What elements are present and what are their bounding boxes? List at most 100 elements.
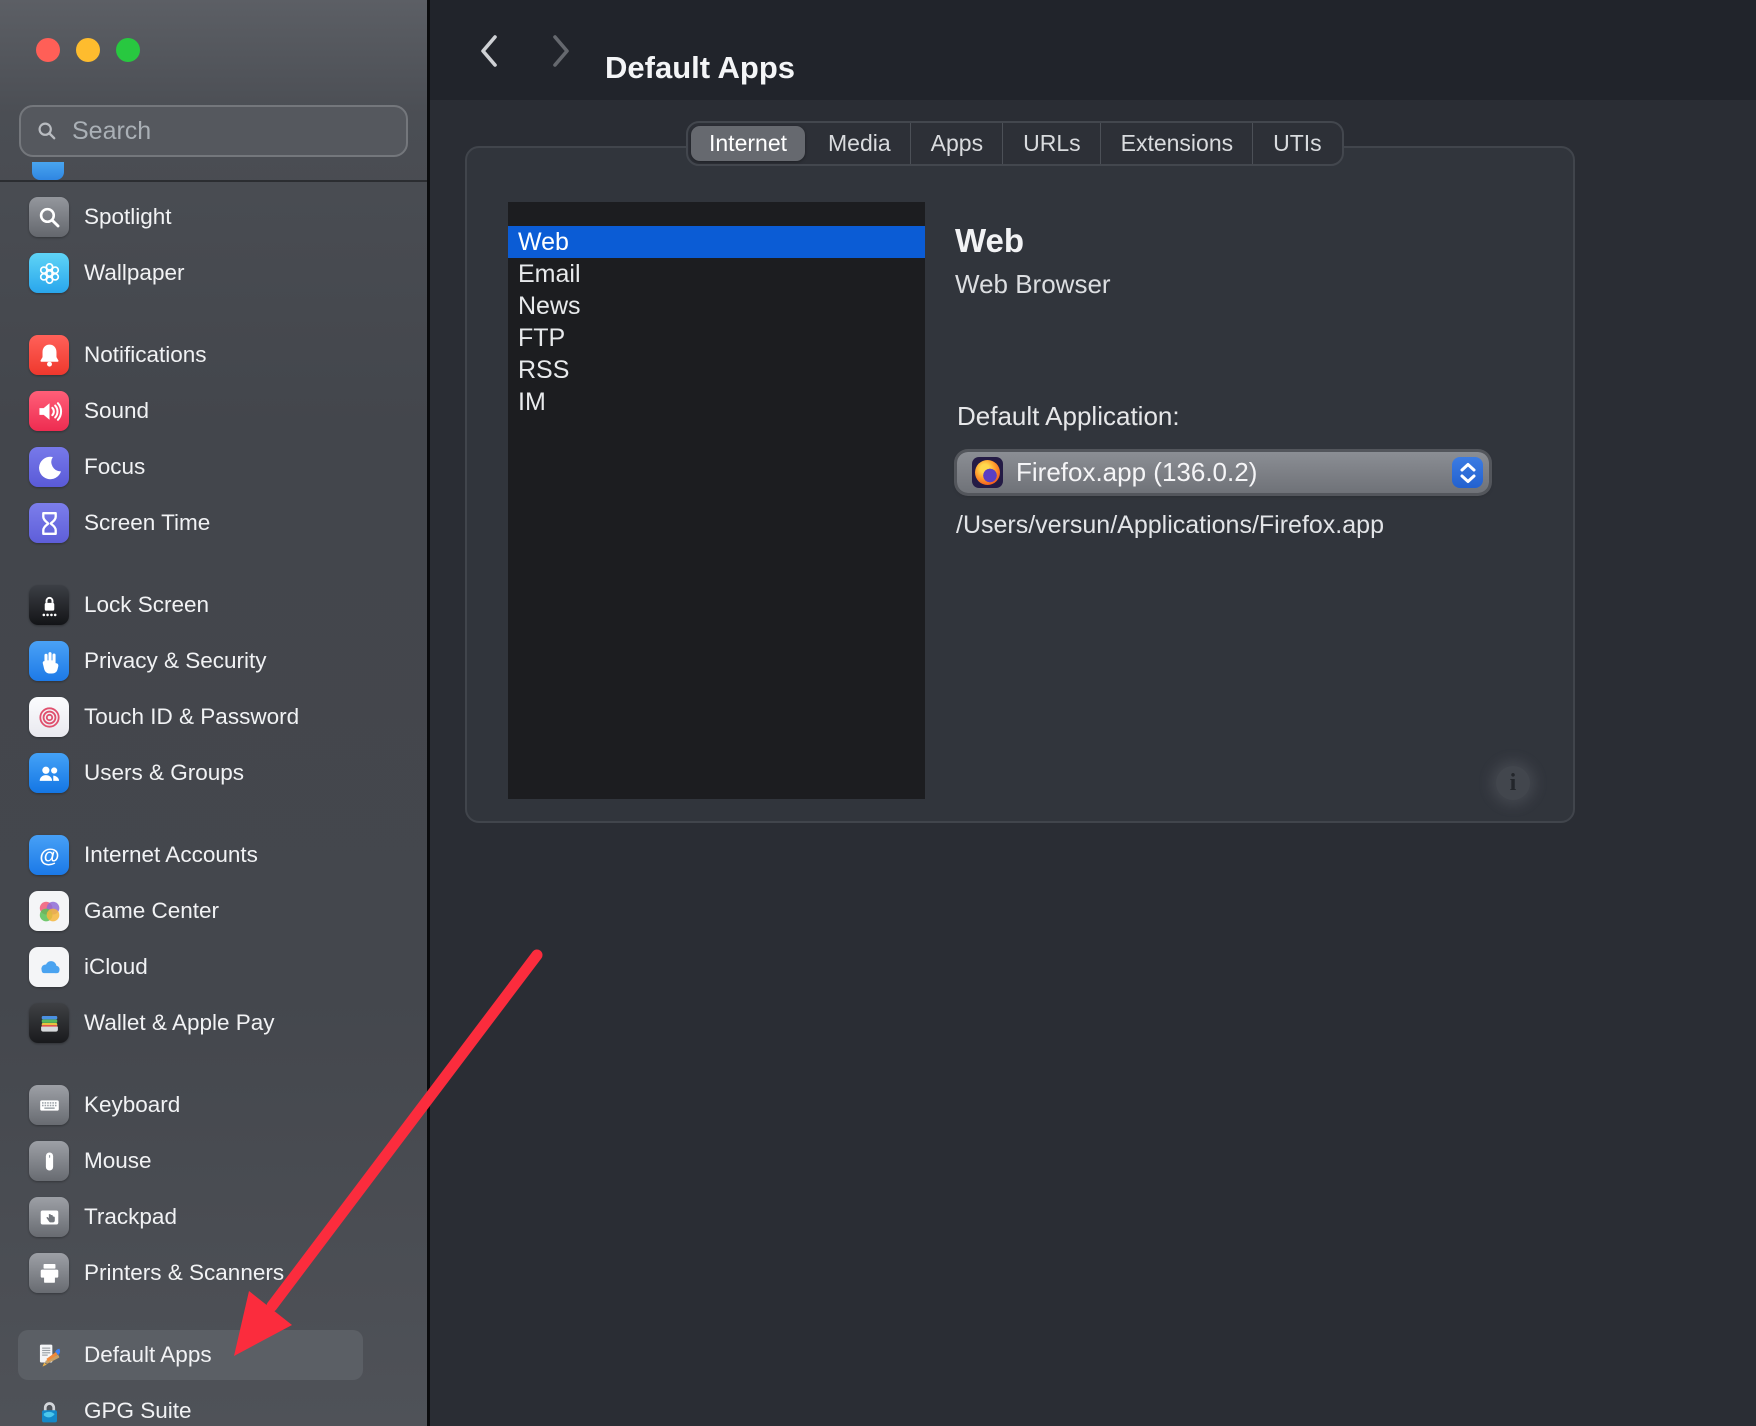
sidebar-item-label: Game Center — [84, 898, 219, 924]
sidebar-item-wallpaper[interactable]: Wallpaper — [0, 245, 427, 301]
sidebar-item-game-center[interactable]: Game Center — [0, 883, 427, 939]
sidebar-item-label: Notifications — [84, 342, 207, 368]
cloud-icon — [29, 947, 69, 987]
sidebar-group: @ Internet Accounts Game Center iCloud Walle… — [0, 827, 427, 1051]
category-rss[interactable]: RSS — [508, 354, 925, 386]
sidebar-item-label: Lock Screen — [84, 592, 209, 618]
tab-media[interactable]: Media — [808, 123, 911, 164]
sidebar-item-mouse[interactable]: Mouse — [0, 1133, 427, 1189]
sidebar-group: Default Apps GPG Suite — [0, 1327, 427, 1426]
flower-icon — [29, 253, 69, 293]
svg-text:@: @ — [39, 844, 59, 867]
search-input[interactable] — [70, 116, 392, 147]
sidebar-item-trackpad[interactable]: Trackpad — [0, 1189, 427, 1245]
sidebar-item-focus[interactable]: Focus — [0, 439, 427, 495]
title-bar: Default Apps — [430, 0, 1756, 100]
detail-subtitle: Web Browser — [955, 269, 1111, 300]
page-title: Default Apps — [605, 50, 795, 86]
forward-chevron-icon[interactable] — [544, 31, 576, 71]
sidebar-item-spotlight[interactable]: Spotlight — [0, 189, 427, 245]
back-chevron-icon[interactable] — [474, 31, 506, 71]
sidebar-item-touch-id-password[interactable]: Touch ID & Password — [0, 689, 427, 745]
sidebar-item-default-apps[interactable]: Default Apps — [0, 1327, 427, 1383]
sidebar-main-divider — [427, 0, 430, 1426]
category-ftp[interactable]: FTP — [508, 322, 925, 354]
info-icon[interactable]: i — [1496, 766, 1530, 800]
tab-internet[interactable]: Internet — [691, 126, 805, 161]
printer-icon — [29, 1253, 69, 1293]
at-sign-icon: @ — [29, 835, 69, 875]
sidebar-item-users-groups[interactable]: Users & Groups — [0, 745, 427, 801]
category-news[interactable]: News — [508, 290, 925, 322]
sidebar-item-wallet-apple-pay[interactable]: Wallet & Apple Pay — [0, 995, 427, 1051]
sidebar-item-label: Default Apps — [84, 1342, 212, 1368]
sidebar-item-label: Spotlight — [84, 204, 172, 230]
sidebar-item-label: Users & Groups — [84, 760, 244, 786]
scrolled-item-icon — [32, 162, 64, 180]
sidebar: Spotlight Wallpaper Notifications Sound Focu… — [0, 0, 427, 1426]
close-button[interactable] — [36, 38, 60, 62]
search-field[interactable] — [19, 105, 408, 157]
app-path: /Users/versun/Applications/Firefox.app — [956, 511, 1384, 540]
users-icon — [29, 753, 69, 793]
minimize-button[interactable] — [76, 38, 100, 62]
sidebar-item-label: Screen Time — [84, 510, 210, 536]
sidebar-group: Keyboard Mouse Trackpad Printers & Scanners — [0, 1077, 427, 1301]
sidebar-item-label: Internet Accounts — [84, 842, 258, 868]
sidebar-item-internet-accounts[interactable]: @ Internet Accounts — [0, 827, 427, 883]
category-email[interactable]: Email — [508, 258, 925, 290]
sidebar-item-label: Privacy & Security — [84, 648, 267, 674]
keyboard-icon — [29, 1085, 69, 1125]
sidebar-item-gpg-suite[interactable]: GPG Suite — [0, 1383, 427, 1426]
default-apps-icon — [29, 1335, 69, 1375]
bell-icon — [29, 335, 69, 375]
selected-app-label: Firefox.app (136.0.2) — [1016, 457, 1452, 488]
sidebar-item-printers-scanners[interactable]: Printers & Scanners — [0, 1245, 427, 1301]
sidebar-item-label: Trackpad — [84, 1204, 177, 1230]
sidebar-item-label: Touch ID & Password — [84, 704, 299, 730]
default-app-dropdown[interactable]: Firefox.app (136.0.2) — [957, 452, 1489, 493]
gpg-lock-icon — [29, 1391, 69, 1426]
fingerprint-icon — [29, 697, 69, 737]
sidebar-item-label: Focus — [84, 454, 145, 480]
sidebar-scroll-divider — [0, 180, 427, 182]
sidebar-item-screen-time[interactable]: Screen Time — [0, 495, 427, 551]
magnifier-icon — [29, 197, 69, 237]
system-settings-window: Spotlight Wallpaper Notifications Sound Focu… — [0, 0, 1756, 1426]
lock-icon — [29, 585, 69, 625]
game-center-icon — [29, 891, 69, 931]
default-application-label: Default Application: — [957, 401, 1180, 432]
sidebar-item-sound[interactable]: Sound — [0, 383, 427, 439]
tab-utis[interactable]: UTIs — [1253, 123, 1342, 164]
firefox-icon — [972, 457, 1003, 488]
sidebar-item-label: Printers & Scanners — [84, 1260, 284, 1286]
sidebar-item-label: iCloud — [84, 954, 148, 980]
moon-icon — [29, 447, 69, 487]
hourglass-icon — [29, 503, 69, 543]
category-list: WebEmailNewsFTPRSSIM — [508, 202, 925, 799]
dropdown-stepper-icon[interactable] — [1452, 457, 1483, 488]
sidebar-item-label: Keyboard — [84, 1092, 180, 1118]
sidebar-item-label: Wallpaper — [84, 260, 184, 286]
sidebar-group: Spotlight Wallpaper — [0, 189, 427, 301]
sidebar-group: Lock Screen Privacy & Security Touch ID & … — [0, 577, 427, 801]
sidebar-item-notifications[interactable]: Notifications — [0, 327, 427, 383]
sidebar-nav: Spotlight Wallpaper Notifications Sound Focu… — [0, 189, 427, 1426]
sidebar-item-label: GPG Suite — [84, 1398, 192, 1424]
wallet-icon — [29, 1003, 69, 1043]
sidebar-item-lock-screen[interactable]: Lock Screen — [0, 577, 427, 633]
speaker-icon — [29, 391, 69, 431]
sidebar-item-privacy-security[interactable]: Privacy & Security — [0, 633, 427, 689]
window-controls — [36, 38, 140, 62]
tab-extensions[interactable]: Extensions — [1101, 123, 1254, 164]
tab-bar: InternetMediaAppsURLsExtensionsUTIs — [686, 121, 1344, 166]
search-icon — [35, 119, 59, 143]
sidebar-item-icloud[interactable]: iCloud — [0, 939, 427, 995]
tab-urls[interactable]: URLs — [1003, 123, 1101, 164]
category-web[interactable]: Web — [508, 226, 925, 258]
category-im[interactable]: IM — [508, 386, 925, 418]
sidebar-group: Notifications Sound Focus Screen Time — [0, 327, 427, 551]
sidebar-item-keyboard[interactable]: Keyboard — [0, 1077, 427, 1133]
zoom-button[interactable] — [116, 38, 140, 62]
tab-apps[interactable]: Apps — [911, 123, 1003, 164]
